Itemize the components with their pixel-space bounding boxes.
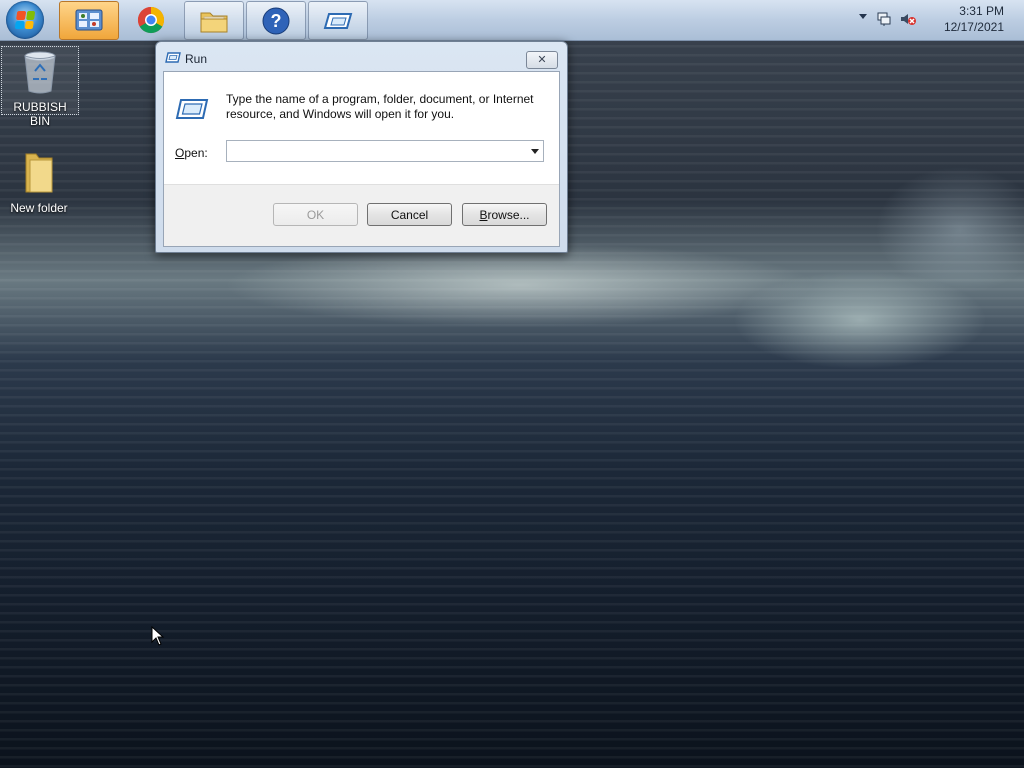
- taskbar-run-button[interactable]: [308, 1, 368, 40]
- desktop-icon-new-folder[interactable]: New folder: [1, 150, 77, 215]
- taskbar-chrome-button[interactable]: [122, 1, 180, 38]
- run-dialog: Run ✕ Type the name of a program, folder…: [155, 41, 568, 253]
- browse-label: rowse...: [487, 207, 530, 222]
- run-dialog-body: Type the name of a program, folder, docu…: [163, 71, 560, 247]
- run-icon: [323, 12, 353, 29]
- open-label-text: pen:: [184, 146, 208, 160]
- clock-date: 12/17/2021: [943, 20, 1004, 34]
- run-dialog-main-area: Type the name of a program, folder, docu…: [164, 72, 559, 185]
- desktop-icon-label: RUBBISH BIN: [13, 100, 67, 128]
- taskbar-help-button[interactable]: ?: [246, 1, 306, 40]
- mouse-cursor-icon: [151, 626, 165, 646]
- open-label-mnemonic: O: [175, 146, 185, 160]
- run-dialog-titlebar[interactable]: Run ✕: [156, 42, 567, 72]
- windows-logo-icon: [14, 11, 36, 29]
- cancel-button[interactable]: Cancel: [367, 203, 452, 226]
- help-icon: ?: [262, 7, 290, 34]
- show-hidden-icons-arrow-icon[interactable]: [859, 14, 867, 19]
- svg-text:?: ?: [271, 11, 282, 31]
- volume-muted-icon[interactable]: [900, 11, 916, 27]
- run-dialog-title: Run: [185, 52, 208, 66]
- taskbar: ? 3:31 PM 12/17/2021: [0, 0, 1024, 41]
- control-panel-icon: [75, 9, 103, 30]
- close-button[interactable]: ✕: [526, 51, 558, 69]
- clock-time: 3:31 PM: [959, 4, 1004, 18]
- browse-button[interactable]: Browse...: [462, 203, 547, 226]
- system-tray: 3:31 PM 12/17/2021: [854, 0, 1024, 40]
- open-input[interactable]: [230, 142, 524, 162]
- folder-icon: [25, 153, 53, 193]
- chrome-icon: [137, 6, 165, 33]
- close-icon: ✕: [537, 53, 547, 66]
- taskbar-explorer-button[interactable]: [184, 1, 244, 40]
- network-icon[interactable]: [876, 11, 892, 27]
- start-button[interactable]: [6, 1, 44, 39]
- open-combobox[interactable]: [226, 140, 544, 162]
- desktop-icon-recycle-bin[interactable]: RUBBISH BIN: [1, 46, 79, 128]
- folder-explorer-icon: [200, 12, 228, 32]
- open-label: Open:: [175, 146, 208, 160]
- run-title-icon: [165, 52, 181, 63]
- taskbar-control-panel-button[interactable]: [59, 1, 119, 40]
- browse-mnemonic: B: [479, 207, 488, 222]
- desktop-icon-label: New folder: [10, 201, 68, 215]
- clock[interactable]: 3:31 PM 12/17/2021: [944, 3, 1004, 35]
- dropdown-arrow-icon[interactable]: [531, 149, 539, 154]
- recycle-bin-icon: [24, 51, 56, 94]
- ok-button[interactable]: OK: [273, 203, 358, 226]
- run-description: Type the name of a program, folder, docu…: [226, 92, 534, 121]
- run-program-icon: [175, 99, 209, 119]
